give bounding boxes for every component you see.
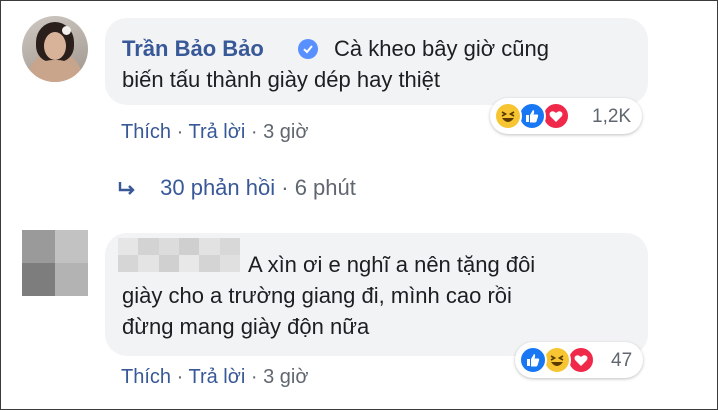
avatar-face: [44, 32, 66, 60]
like-link[interactable]: Thích: [121, 366, 171, 388]
comment-text-line: biến tấu thành giày dép hay thiệt: [122, 67, 441, 92]
avatar-flower: [62, 26, 71, 35]
comment-text-line: đừng mang giày độn nữa: [122, 314, 370, 339]
separator: ·: [250, 121, 258, 143]
separator: ·: [176, 366, 184, 388]
reply-link[interactable]: Trả lời: [188, 121, 245, 143]
comment-author[interactable]: Trần Bảo Bảo: [122, 36, 264, 62]
separator: ·: [281, 175, 289, 200]
avatar-body: [34, 60, 76, 82]
replies-time: 6 phút: [294, 175, 356, 200]
comment-actions: Thích · Trả lời · 3 giờ: [121, 366, 308, 389]
like-link[interactable]: Thích: [121, 121, 171, 143]
pixel-block: [158, 255, 179, 272]
pixel-block: [199, 255, 220, 272]
timestamp[interactable]: 3 giờ: [263, 366, 308, 388]
pixel-block: [138, 255, 159, 272]
comment-text-line: giày cho a trường giang đi, mình cao rồi: [122, 283, 512, 308]
commenter-avatar-pixelated[interactable]: [22, 230, 88, 296]
comment-text-line: Cà kheo bây giờ cũng: [334, 36, 550, 61]
pixel-block: [118, 255, 139, 272]
reaction-summary[interactable]: 47: [515, 342, 643, 378]
pixel-block: [118, 238, 139, 255]
replies-count-link[interactable]: 30 phản hồi: [160, 175, 275, 200]
love-reaction-icon: [567, 346, 595, 374]
view-replies[interactable]: 30 phản hồi · 6 phút: [118, 175, 356, 201]
pixel-block: [158, 238, 179, 255]
commenter-avatar[interactable]: [22, 16, 88, 82]
pixel-block: [199, 238, 220, 255]
separator: ·: [250, 366, 258, 388]
haha-reaction-icon: [543, 346, 571, 374]
reaction-count: 1,2K: [592, 106, 632, 127]
pixel-block: [55, 263, 88, 296]
like-reaction-icon: [518, 102, 546, 130]
pixel-block: [179, 238, 200, 255]
pixel-block: [22, 230, 55, 263]
verified-badge-icon: [298, 39, 318, 59]
like-reaction-icon: [519, 346, 547, 374]
haha-reaction-icon: [494, 102, 522, 130]
pixel-block: [219, 238, 240, 255]
separator: ·: [176, 121, 184, 143]
comment-text-line: A xìn ơi e nghĩ a nên tặng đôi: [248, 252, 536, 277]
reaction-summary[interactable]: 1,2K: [490, 98, 642, 134]
pixel-block: [55, 230, 88, 263]
comment-actions: Thích · Trả lời · 3 giờ: [121, 121, 308, 144]
pixel-block: [22, 263, 55, 296]
reply-link[interactable]: Trả lời: [188, 366, 245, 388]
pixel-block: [179, 255, 200, 272]
love-reaction-icon: [542, 102, 570, 130]
commenter-name-pixelated[interactable]: [118, 238, 240, 272]
timestamp[interactable]: 3 giờ: [263, 121, 308, 143]
reply-arrow-icon: [118, 182, 135, 195]
reaction-count: 47: [611, 350, 633, 371]
pixel-block: [219, 255, 240, 272]
pixel-block: [138, 238, 159, 255]
